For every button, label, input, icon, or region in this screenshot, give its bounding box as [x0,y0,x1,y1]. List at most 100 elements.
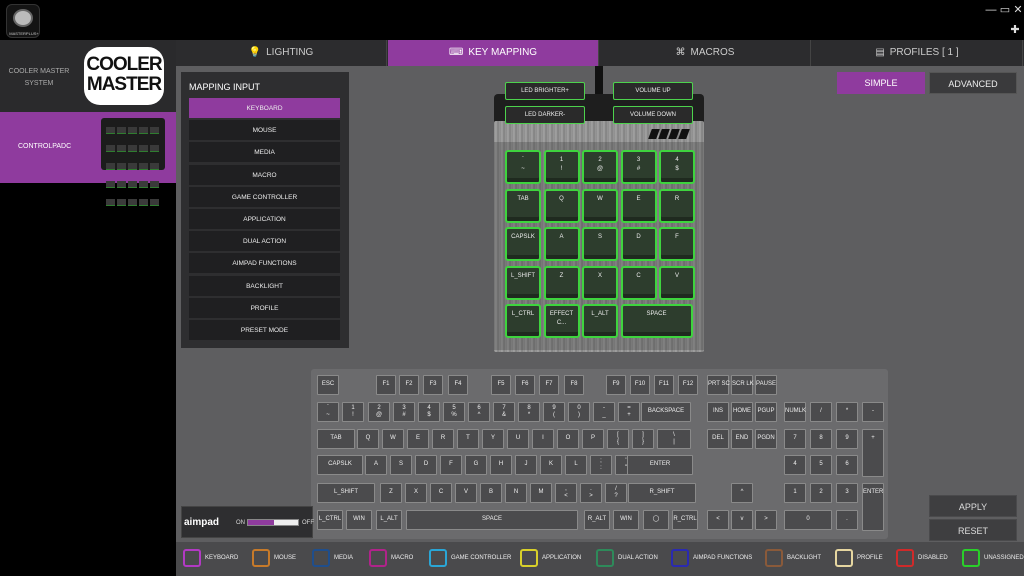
keyboard-key[interactable]: F2 [399,375,419,395]
keyboard-key[interactable]: BACKSPACE [641,402,691,422]
pad-key[interactable]: Z [543,265,580,300]
pad-top-key[interactable]: LED DARKER- [505,106,585,124]
keyboard-key[interactable]: 3 # [393,402,415,422]
keyboard-key[interactable]: 6 ^ [468,402,490,422]
keyboard-key[interactable]: X [405,483,427,503]
keyboard-key[interactable]: T [457,429,479,449]
keyboard-key[interactable]: H [490,455,512,475]
keyboard-key[interactable]: > [755,510,777,530]
keyboard-key[interactable]: F3 [423,375,443,395]
pad-key[interactable]: W [582,188,618,223]
tab-profiles[interactable]: ▤ PROFILES [ 1 ] [812,40,1023,66]
keyboard-key[interactable]: WIN [613,510,639,530]
keyboard-key[interactable]: F8 [564,375,584,395]
pad-key[interactable]: EFFECT C... [543,304,580,338]
keyboard-key[interactable]: F5 [491,375,511,395]
keyboard-key[interactable]: 5 [810,455,832,475]
keyboard-key[interactable]: 2 [810,483,832,503]
keyboard-key[interactable]: 2 @ [368,402,390,422]
pad-key[interactable]: ` ~ [505,150,541,184]
keyboard-key[interactable]: I [532,429,554,449]
pin-icon[interactable]: ✚ [1008,24,1022,36]
keyboard-key[interactable]: U [507,429,529,449]
keyboard-key[interactable]: * [836,402,858,422]
keyboard-key[interactable]: R [432,429,454,449]
keyboard-key[interactable]: , < [555,483,577,503]
keyboard-key[interactable]: ◯ [643,510,669,530]
advanced-mode-button[interactable]: ADVANCED [929,72,1017,94]
keyboard-key[interactable]: W [382,429,404,449]
keyboard-key[interactable]: V [455,483,477,503]
keyboard-key[interactable]: F4 [448,375,468,395]
keyboard-key[interactable]: P [582,429,604,449]
pad-key[interactable]: TAB [505,188,541,223]
keyboard-key[interactable]: D [415,455,437,475]
keyboard-key[interactable]: Q [357,429,379,449]
keyboard-key[interactable]: L_SHIFT [317,483,375,503]
keyboard-key[interactable]: PAUSE [755,375,777,395]
keyboard-key[interactable]: G [465,455,487,475]
keyboard-key[interactable]: ^ [731,483,753,503]
mapping-item-dual-action[interactable]: DUAL ACTION [189,231,340,253]
keyboard-key[interactable]: SCR LK [731,375,754,395]
keyboard-key[interactable]: 6 [836,455,858,475]
pad-key[interactable]: V [659,265,695,300]
keyboard-key[interactable]: . > [580,483,602,503]
tab-lighting[interactable]: 💡 LIGHTING [176,40,387,66]
pad-key[interactable]: E [620,188,657,223]
keyboard-key[interactable]: NUMLK [784,402,806,422]
keyboard-key[interactable]: S [390,455,412,475]
mapping-item-keyboard[interactable]: KEYBOARD [189,98,340,119]
keyboard-key[interactable]: Z [380,483,402,503]
keyboard-key[interactable]: ESC [317,375,339,395]
pad-top-key[interactable]: VOLUME DOWN [613,106,693,124]
maximize-button[interactable]: ▭ [998,4,1012,16]
keyboard-key[interactable]: C [430,483,452,503]
keyboard-key[interactable]: = + [618,402,640,422]
keyboard-key[interactable]: R_ALT [584,510,610,530]
keyboard-key[interactable]: END [731,429,753,449]
keyboard-key[interactable]: F12 [678,375,698,395]
keyboard-key[interactable]: 4 [784,455,806,475]
pad-key[interactable]: 3 # [620,150,657,184]
keyboard-key[interactable]: E [407,429,429,449]
keyboard-key[interactable]: 0 [784,510,832,530]
minimize-button[interactable]: — [984,4,998,16]
pad-key[interactable]: A [543,227,580,261]
keyboard-key[interactable]: 7 [784,429,806,449]
apply-button[interactable]: APPLY [929,495,1017,517]
keyboard-key[interactable]: v [731,510,753,530]
keyboard-key[interactable]: INS [707,402,729,422]
keyboard-key[interactable]: . [836,510,858,530]
keyboard-key[interactable]: / ? [605,483,627,503]
mapping-item-preset-mode[interactable]: PRESET MODE [189,320,340,341]
keyboard-key[interactable]: ] } [632,429,654,449]
keyboard-key[interactable]: 5 % [443,402,465,422]
keyboard-key[interactable]: F6 [515,375,535,395]
keyboard-key[interactable]: ENTER [627,455,693,475]
keyboard-key[interactable]: PGDN [755,429,777,449]
keyboard-key[interactable]: F9 [606,375,626,395]
pad-key[interactable]: L_CTRL [505,304,541,338]
mapping-item-backlight[interactable]: BACKLIGHT [189,275,340,297]
keyboard-key[interactable]: L_CTRL [317,510,343,530]
pad-key[interactable]: CAPSLK [505,227,541,261]
keyboard-key[interactable]: \ | [657,429,691,449]
mapping-item-media[interactable]: MEDIA [189,142,340,164]
keyboard-key[interactable]: < [707,510,729,530]
keyboard-key[interactable]: N [505,483,527,503]
tab-macros[interactable]: ⌘ MACROS [600,40,811,66]
keyboard-key[interactable]: F11 [654,375,674,395]
keyboard-key[interactable]: K [540,455,562,475]
pad-key[interactable]: R [659,188,695,223]
mapping-item-profile[interactable]: PROFILE [189,297,340,319]
mapping-item-mouse[interactable]: MOUSE [189,120,340,142]
keyboard-key[interactable]: ; : [590,455,612,475]
reset-button[interactable]: RESET [929,519,1017,541]
mapping-item-aimpad-functions[interactable]: AIMPAD FUNCTIONS [189,253,340,275]
pad-key[interactable]: 2 @ [582,150,618,184]
keyboard-key[interactable]: / [810,402,832,422]
pad-key[interactable]: C [620,265,657,300]
pad-key[interactable]: D [620,227,657,261]
keyboard-key[interactable]: 8 * [518,402,540,422]
